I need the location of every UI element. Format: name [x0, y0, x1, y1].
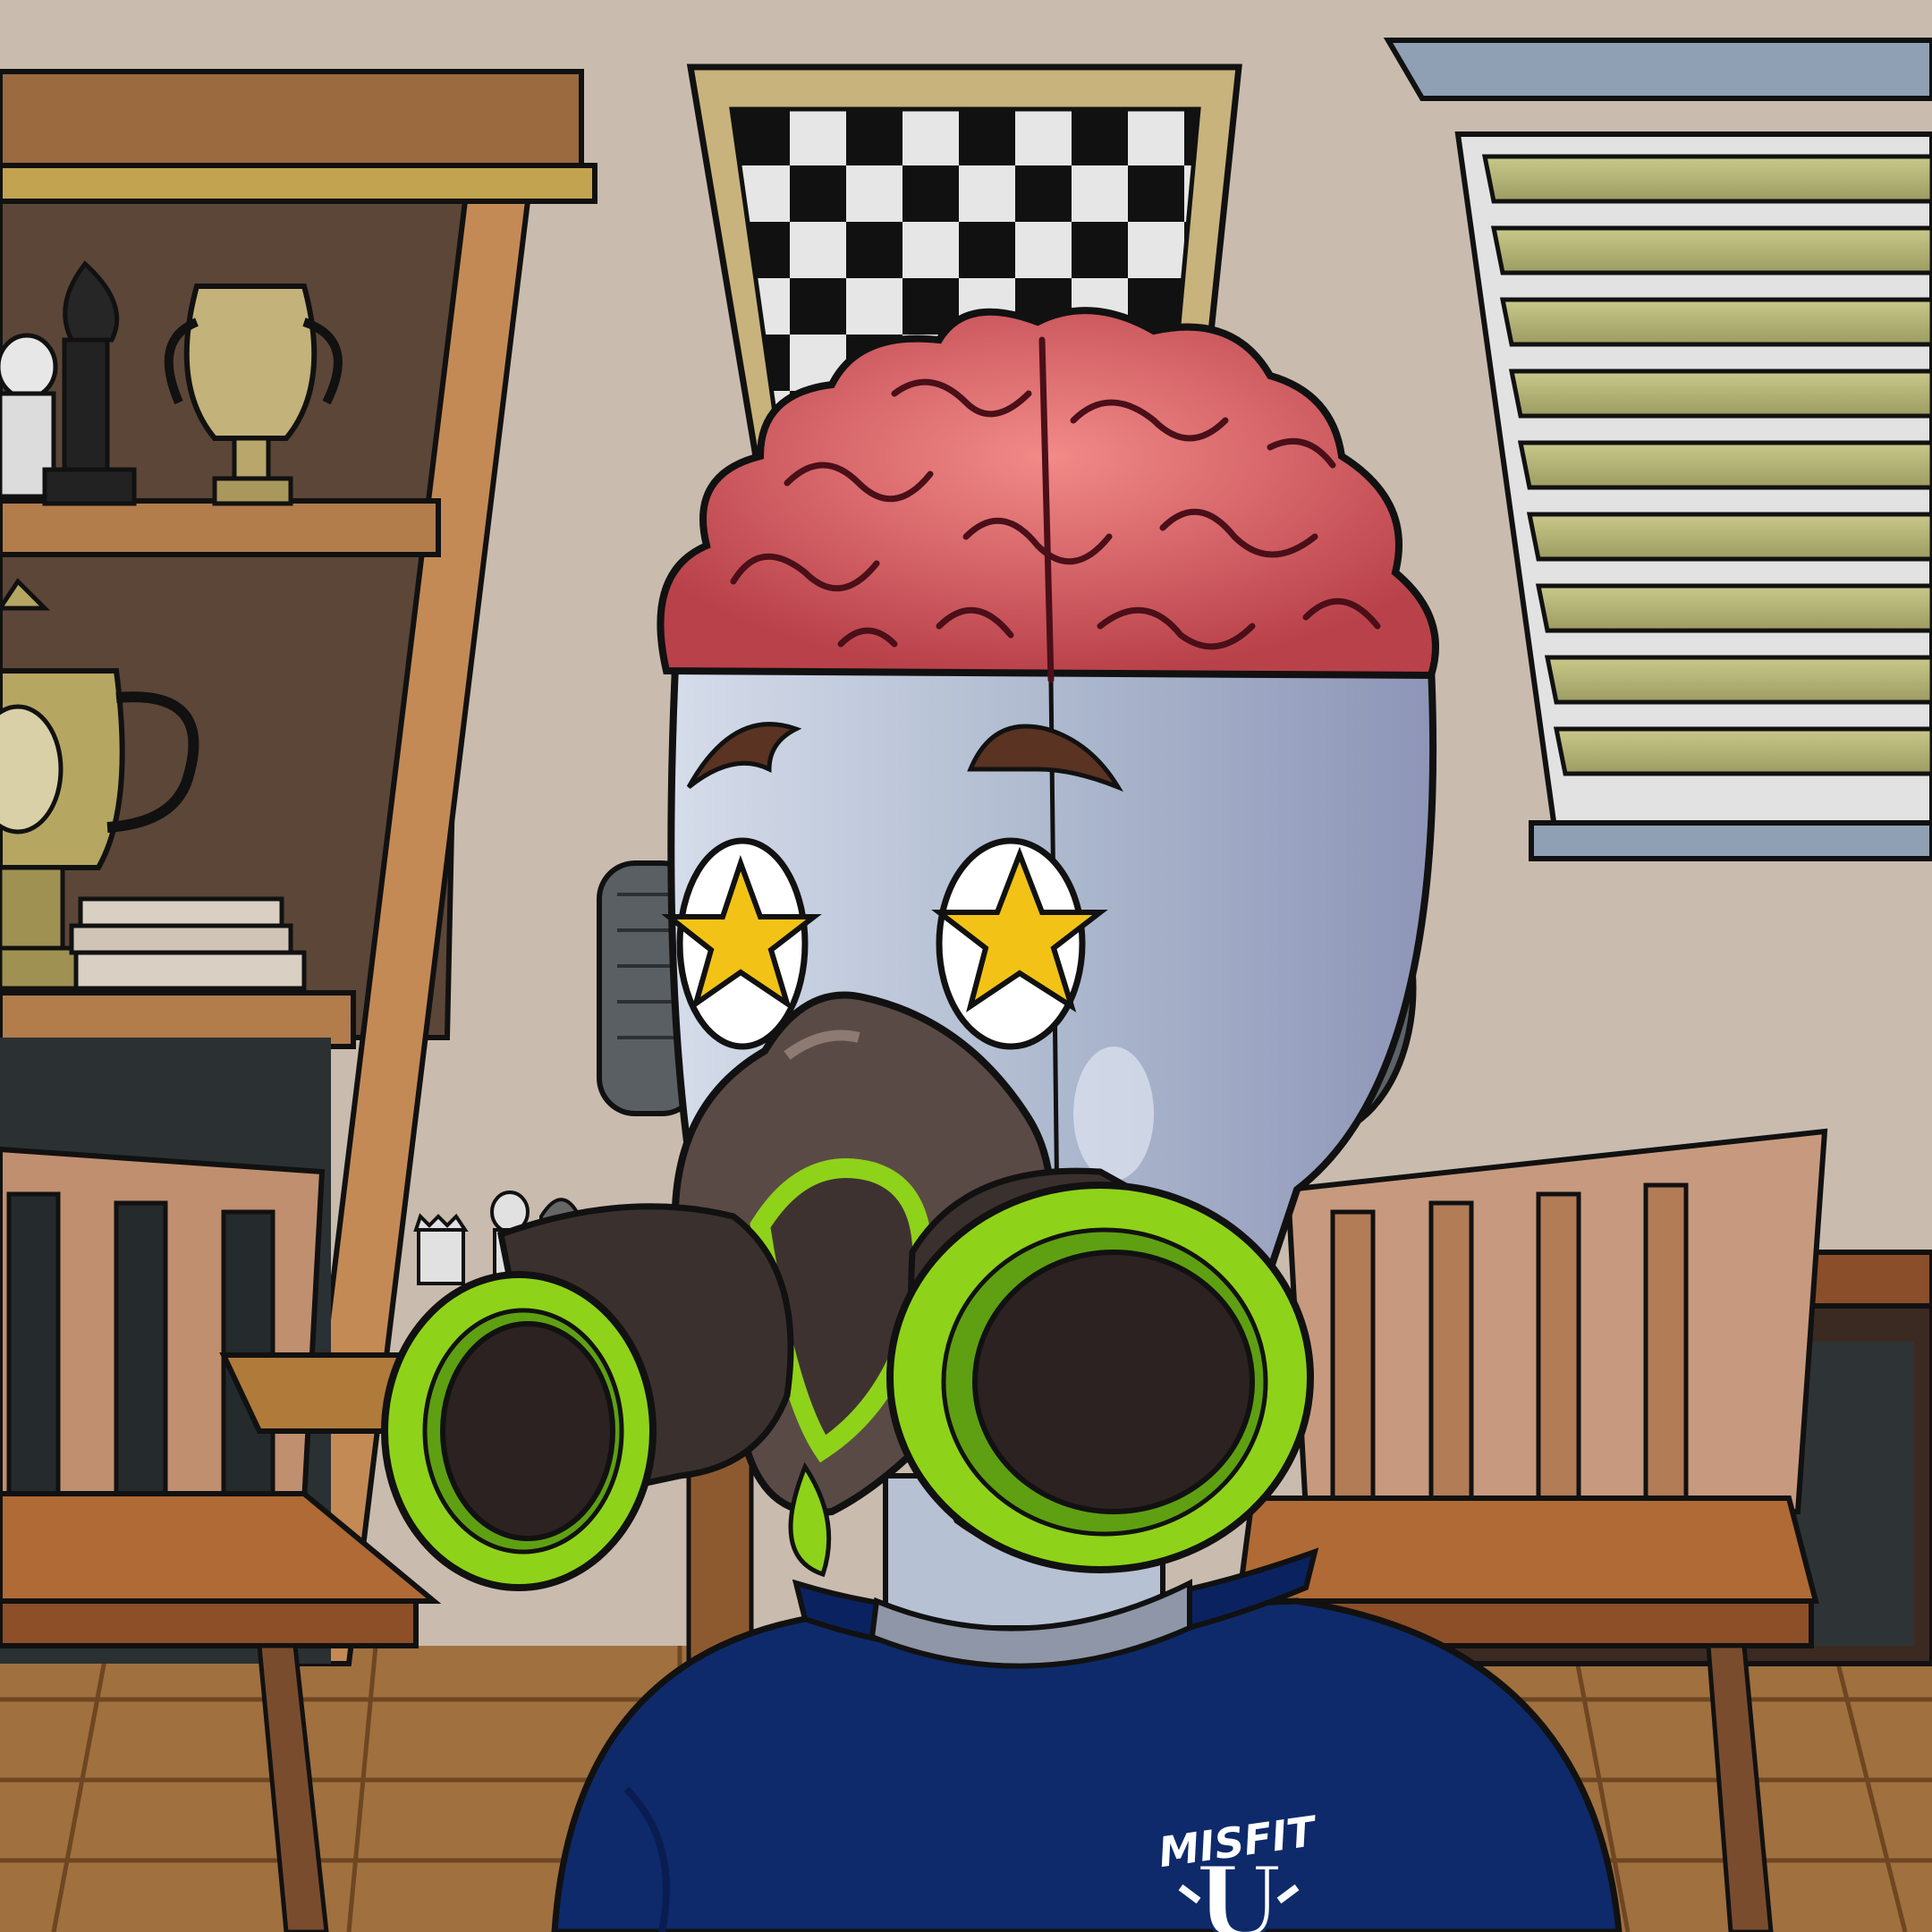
avatar-artwork: MISFIT U: [0, 0, 1932, 1932]
book-stack: [69, 896, 307, 991]
avatar-canvas: MISFIT U: [0, 0, 1932, 1932]
logo-text-u: U: [1196, 1844, 1282, 1932]
